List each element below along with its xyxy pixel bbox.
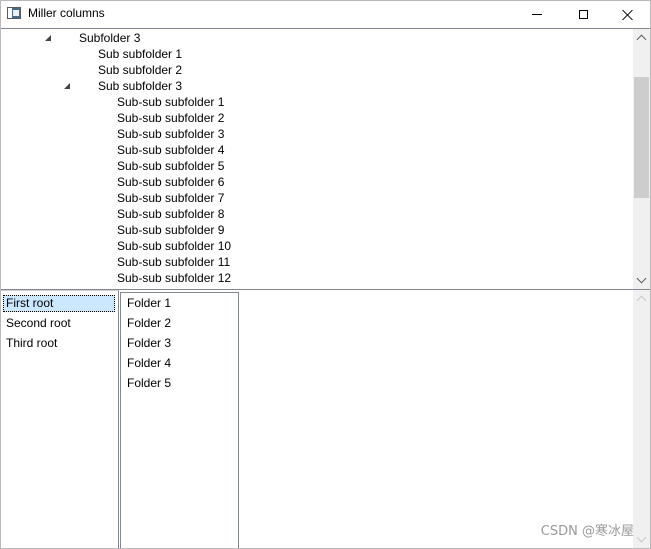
tree-item[interactable]: Sub subfolder 1 [98,46,182,62]
tree-item[interactable]: Sub-sub subfolder 7 [117,190,224,206]
tree-item[interactable]: Sub-sub subfolder 10 [117,238,231,254]
tree-item[interactable]: Sub-sub subfolder 12 [117,270,231,286]
chevron-up-icon [636,295,647,306]
list-item[interactable]: Folder 3 [127,335,171,352]
close-icon [622,9,634,21]
tree-item[interactable]: Sub-sub subfolder 2 [117,110,224,126]
list-item[interactable]: Folder 4 [127,355,171,372]
tree-item[interactable]: Sub-sub subfolder 8 [117,206,224,222]
list-item[interactable]: Folder 5 [127,375,171,392]
minimize-button[interactable] [514,1,560,28]
tree-item[interactable]: Sub subfolder 2 [98,62,182,78]
window-title: Miller columns [28,6,105,20]
chevron-up-icon [636,34,647,45]
maximize-button[interactable] [560,1,606,28]
list-item-first-root[interactable]: First root [3,295,115,312]
window-app-icon [7,7,21,19]
tree-view[interactable]: Subfolder 3 Sub subfolder 1 Sub subfolde… [1,28,650,290]
miller-column-roots[interactable]: First root Second root Third root [1,290,119,548]
minimize-icon [532,14,542,15]
tree-item[interactable]: Sub-sub subfolder 11 [117,254,230,270]
tree-vertical-scrollbar[interactable] [633,29,650,289]
miller-vertical-scrollbar[interactable] [633,290,650,548]
tree-item[interactable]: Sub-sub subfolder 1 [117,94,224,110]
scroll-down-button[interactable] [633,531,650,548]
scroll-up-button[interactable] [633,290,650,307]
list-item[interactable]: Folder 2 [127,315,171,332]
expanded-triangle-icon[interactable] [64,83,70,89]
tree-item[interactable]: Sub subfolder 3 [98,78,182,94]
tree-item[interactable]: Sub-sub subfolder 6 [117,174,224,190]
miller-column-folders[interactable]: Folder 1 Folder 2 Folder 3 Folder 4 Fold… [120,292,239,548]
tree-item[interactable]: Subfolder 3 [79,30,140,46]
tree-item[interactable]: Sub-sub subfolder 9 [117,222,224,238]
list-item-third-root[interactable]: Third root [3,335,57,352]
tree-item[interactable]: Sub-sub subfolder 3 [117,126,224,142]
scrollbar-thumb[interactable] [634,77,649,198]
app-window: Miller columns Subfolder 3 Sub subfolder… [0,0,651,549]
scroll-down-button[interactable] [633,272,650,289]
list-item-second-root[interactable]: Second root [3,315,71,332]
tree-item[interactable]: Sub-sub subfolder 5 [117,158,224,174]
watermark-text: CSDN @寒冰屋 [540,524,634,539]
miller-columns: First root Second root Third root Folder… [1,290,650,548]
tree-item[interactable]: Sub-sub subfolder 4 [117,142,224,158]
chevron-down-icon [636,532,647,543]
chevron-down-icon [636,273,647,284]
list-item[interactable]: Folder 1 [127,295,171,312]
scroll-up-button[interactable] [633,29,650,46]
close-button[interactable] [605,1,651,28]
maximize-icon [578,10,588,19]
expanded-triangle-icon[interactable] [45,35,51,41]
title-bar[interactable]: Miller columns [1,1,650,28]
